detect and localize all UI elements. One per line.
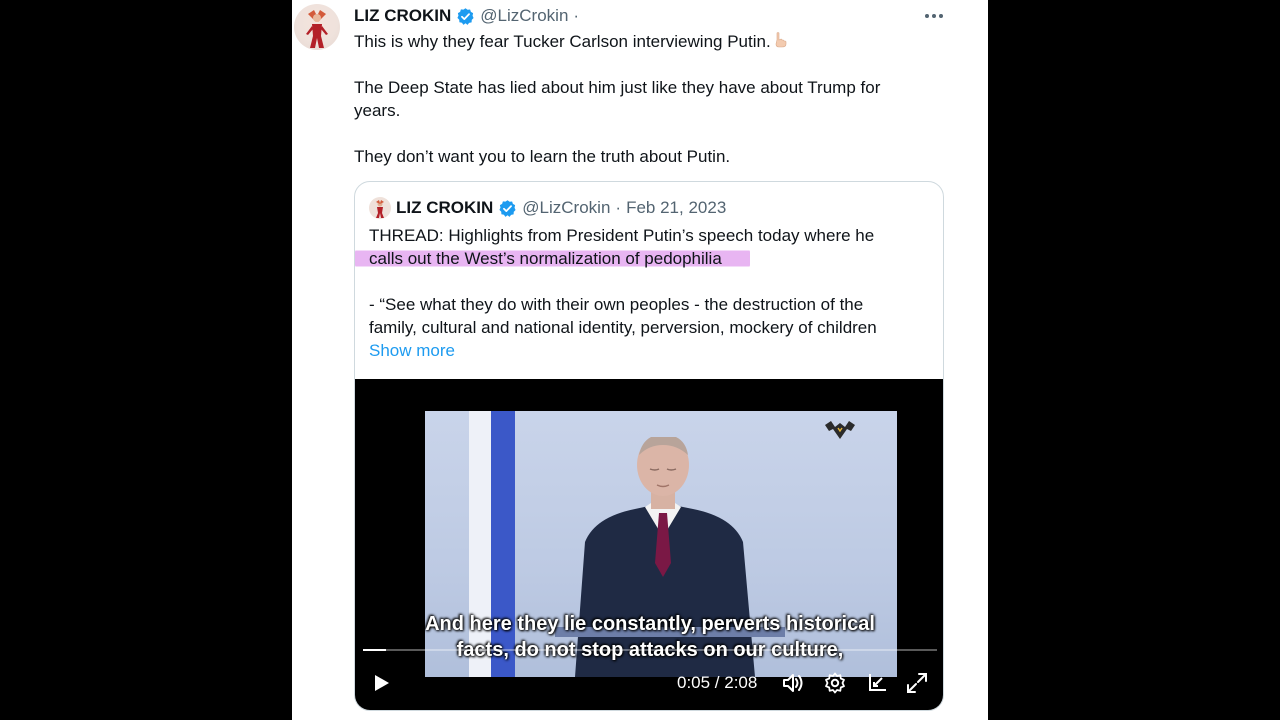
channel-watermark-icon bbox=[825, 421, 855, 439]
quote-body: THREAD: Highlights from President Putin’… bbox=[355, 224, 929, 362]
progress-fill bbox=[363, 649, 386, 651]
more-options-icon[interactable] bbox=[920, 6, 948, 26]
verified-badge-icon bbox=[456, 7, 475, 26]
quote-line: family, cultural and national identity, … bbox=[369, 318, 877, 337]
tweet-header: LIZ CROKIN @LizCrokin · bbox=[354, 5, 579, 27]
video-player[interactable]: And here they lie constantly, perverts h… bbox=[355, 379, 943, 710]
verified-badge-icon bbox=[498, 199, 517, 218]
highlighted-text: calls out the West’s normalization of pe… bbox=[355, 249, 750, 268]
author-avatar[interactable] bbox=[294, 4, 340, 50]
play-icon[interactable] bbox=[369, 671, 393, 695]
video-controls: 0:05 / 2:08 bbox=[355, 665, 943, 701]
tweet-line: They don’t want you to learn the truth a… bbox=[354, 147, 731, 166]
quote-author-handle[interactable]: @LizCrokin bbox=[522, 198, 610, 218]
settings-icon[interactable] bbox=[823, 671, 847, 695]
author-handle[interactable]: @LizCrokin bbox=[480, 6, 568, 26]
quote-header: LIZ CROKIN @LizCrokin · Feb 21, 2023 bbox=[369, 196, 726, 220]
quote-line: THREAD: Highlights from President Putin’… bbox=[369, 226, 875, 245]
pointing-down-emoji bbox=[771, 31, 789, 49]
tweet-panel: LIZ CROKIN @LizCrokin · This is why they… bbox=[292, 0, 988, 720]
quote-separator: · bbox=[615, 198, 622, 217]
quote-author-name[interactable]: LIZ CROKIN bbox=[396, 198, 493, 218]
tweet-line: The Deep State has lied about him just l… bbox=[354, 78, 881, 97]
fullscreen-icon[interactable] bbox=[905, 671, 929, 695]
quote-avatar[interactable] bbox=[369, 197, 391, 219]
author-name[interactable]: LIZ CROKIN bbox=[354, 6, 451, 26]
quote-line: - “See what they do with their own peopl… bbox=[369, 295, 864, 314]
header-separator: · bbox=[573, 6, 580, 25]
tweet-line: This is why they fear Tucker Carlson int… bbox=[354, 30, 944, 53]
tweet-body: This is why they fear Tucker Carlson int… bbox=[354, 30, 944, 168]
video-subtitles: And here they lie constantly, perverts h… bbox=[425, 613, 875, 661]
tweet-line: years. bbox=[354, 101, 401, 120]
volume-icon[interactable] bbox=[781, 671, 805, 695]
show-more-link[interactable]: Show more bbox=[369, 339, 929, 362]
quote-date[interactable]: Feb 21, 2023 bbox=[626, 198, 726, 218]
popout-icon[interactable] bbox=[865, 671, 889, 695]
video-time: 0:05 / 2:08 bbox=[677, 673, 758, 692]
right-black-bar bbox=[988, 0, 1280, 720]
progress-bar[interactable] bbox=[363, 649, 937, 651]
left-black-bar bbox=[0, 0, 292, 720]
quoted-tweet-card[interactable]: LIZ CROKIN @LizCrokin · Feb 21, 2023 THR… bbox=[354, 181, 944, 711]
